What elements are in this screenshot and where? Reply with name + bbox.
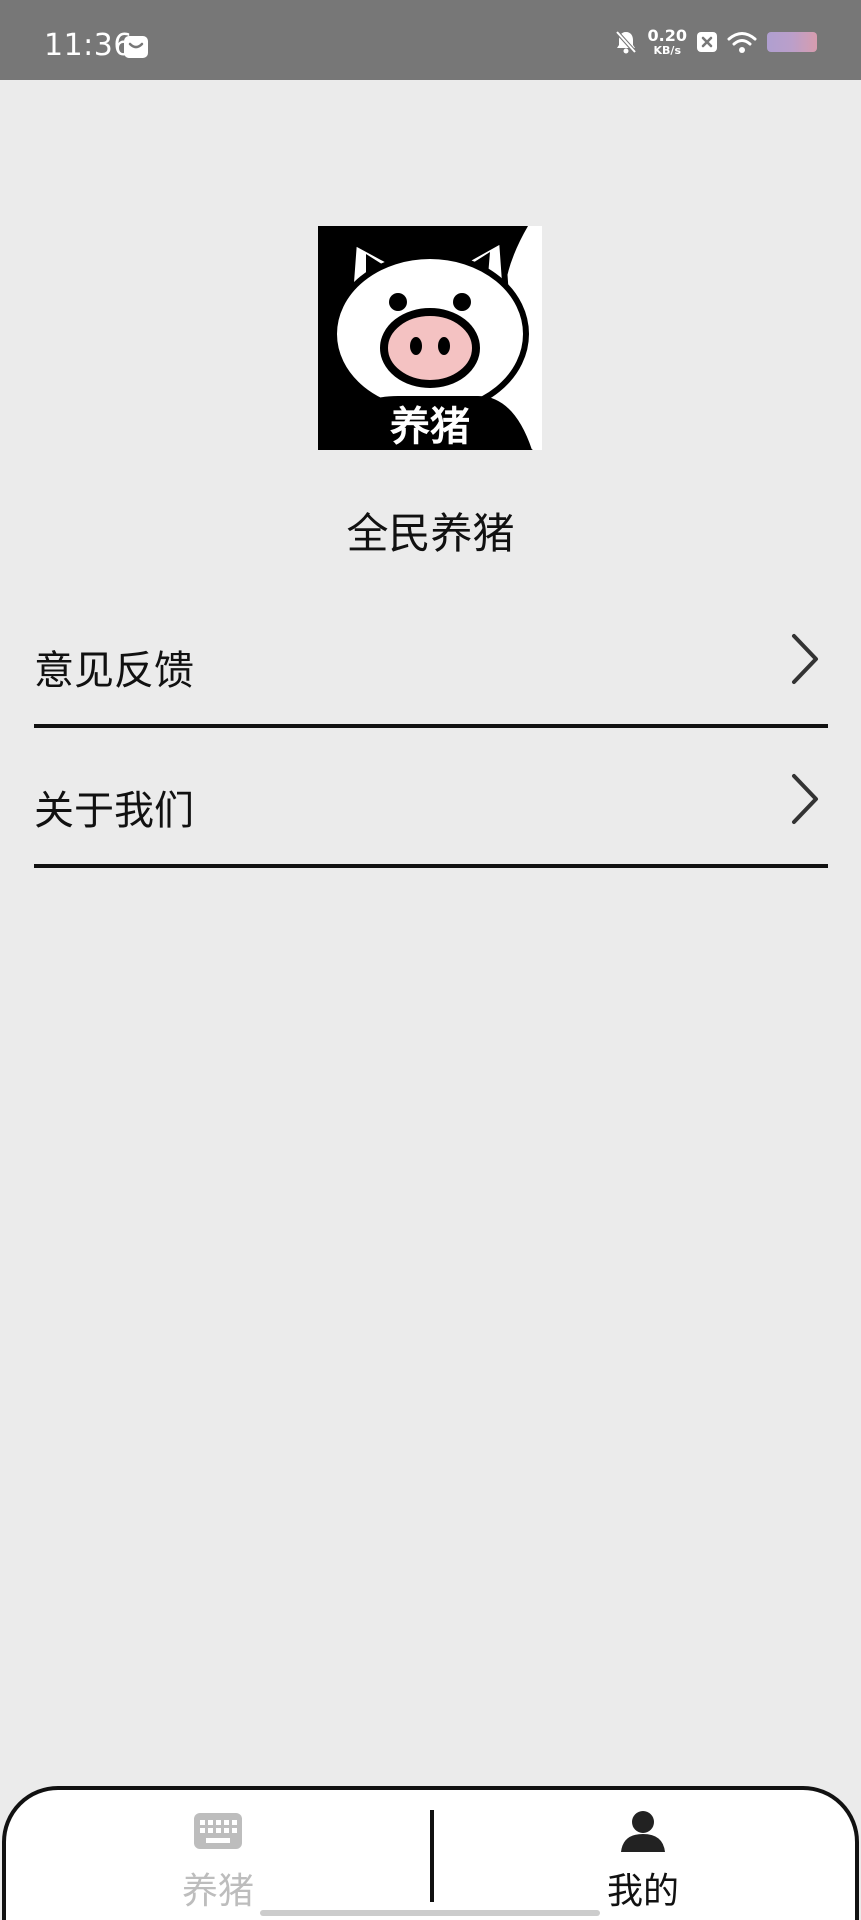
home-indicator[interactable]	[260, 1910, 600, 1916]
keyboard-icon	[194, 1813, 242, 1849]
status-time: 11:36	[44, 28, 133, 63]
chevron-right-icon	[792, 634, 818, 684]
net-speed-value: 0.20	[647, 26, 687, 45]
app-name: 全民养猪	[346, 509, 515, 558]
status-bar: 11:36 0.20 KB/s	[0, 0, 861, 80]
menu-item-label: 意见反馈	[34, 648, 194, 694]
menu-item-about-us[interactable]: 关于我们	[34, 738, 828, 868]
mute-bell-icon	[615, 30, 637, 54]
tab-label: 我的	[606, 1871, 679, 1912]
battery-icon	[767, 32, 817, 52]
bottom-tab-bar: 养猪 我的	[2, 1786, 859, 1920]
tab-raise-pig[interactable]: 养猪	[6, 1790, 430, 1920]
message-icon	[124, 36, 148, 58]
person-icon	[621, 1811, 665, 1852]
menu-item-label: 关于我们	[34, 788, 194, 834]
net-speed-unit: KB/s	[653, 44, 681, 57]
chevron-right-icon	[792, 774, 818, 824]
tab-label: 养猪	[181, 1871, 254, 1912]
tab-mine[interactable]: 我的	[431, 1790, 855, 1920]
network-speed: 0.20 KB/s	[647, 26, 687, 57]
logo-text: 养猪	[390, 404, 470, 450]
wifi-icon	[727, 32, 757, 53]
app-logo: 养猪	[318, 226, 542, 450]
menu-item-feedback[interactable]: 意见反馈	[34, 598, 828, 728]
status-icons: 0.20 KB/s	[604, 26, 817, 58]
close-box-icon	[697, 32, 717, 52]
app-screen: 11:36 0.20 KB/s 养猪 全民养猪 意见反馈 关于我们 养猪 我的	[0, 0, 861, 1920]
